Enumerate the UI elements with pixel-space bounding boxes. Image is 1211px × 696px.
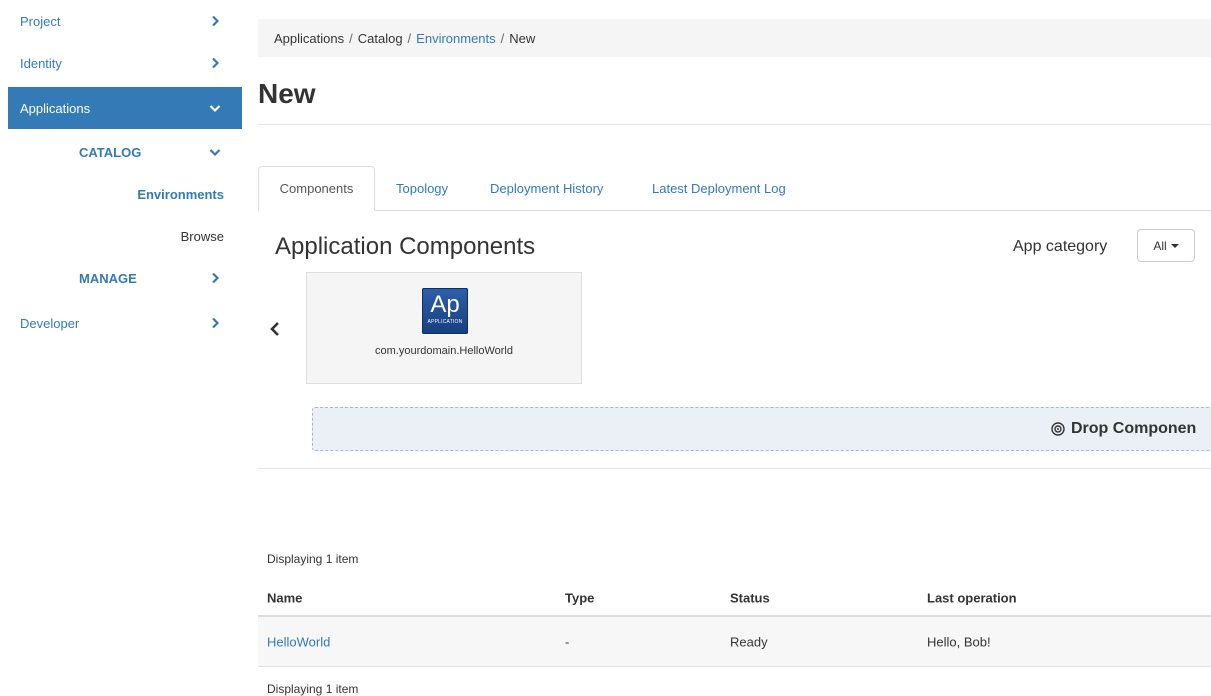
chevron-down-icon xyxy=(208,145,222,159)
column-header-name[interactable]: Name xyxy=(267,590,302,605)
sidebar-item-developer[interactable]: Developer xyxy=(8,302,242,344)
sidebar-item-browse[interactable]: Browse xyxy=(8,215,242,257)
tab-label: Deployment History xyxy=(490,181,604,196)
breadcrumb-item-environments[interactable]: Environments xyxy=(416,31,495,46)
components-table: Name Type Status Last operation HelloWor… xyxy=(258,580,1211,667)
section-divider xyxy=(258,468,1211,469)
sidebar-item-label: Developer xyxy=(20,315,80,331)
sidebar-item-label: MANAGE xyxy=(79,270,137,286)
component-drop-zone[interactable]: Drop Componen xyxy=(312,407,1211,451)
breadcrumb: Applications / Catalog / Environments / … xyxy=(258,19,1211,57)
column-header-type[interactable]: Type xyxy=(565,590,594,605)
row-name-link[interactable]: HelloWorld xyxy=(267,634,330,649)
app-category-label: App category xyxy=(1013,238,1108,255)
tab-label: Latest Deployment Log xyxy=(652,181,786,196)
target-icon xyxy=(1051,422,1065,436)
application-icon-subtext: APPLICATION xyxy=(427,319,463,325)
breadcrumb-separator: / xyxy=(349,30,353,46)
item-count-top: Displaying 1 item xyxy=(267,552,359,566)
tab-deployment-history[interactable]: Deployment History xyxy=(490,166,603,211)
chevron-down-icon xyxy=(208,101,222,115)
tab-bar: Components Topology Deployment History L… xyxy=(258,166,1211,211)
tab-label: Topology xyxy=(396,181,449,196)
tab-latest-deployment-log[interactable]: Latest Deployment Log xyxy=(652,166,786,211)
table-header-row: Name Type Status Last operation xyxy=(258,580,1211,617)
sidebar-item-label: Browse xyxy=(180,228,224,244)
carousel-prev-button[interactable] xyxy=(264,318,286,340)
sidebar-item-project[interactable]: Project xyxy=(8,0,242,42)
sidebar-item-catalog[interactable]: CATALOG xyxy=(8,131,242,173)
sidebar-item-manage[interactable]: MANAGE xyxy=(8,257,242,299)
drop-zone-label: Drop Componen xyxy=(1051,420,1196,438)
page-title: New xyxy=(258,78,316,109)
app-category-value: All xyxy=(1153,238,1167,253)
sidebar-item-label: CATALOG xyxy=(79,144,142,160)
chevron-right-icon xyxy=(208,316,222,330)
sidebar-item-label: Environments xyxy=(137,186,224,202)
column-header-last-operation[interactable]: Last operation xyxy=(927,590,1017,605)
column-header-status[interactable]: Status xyxy=(730,590,770,605)
application-icon: Ap APPLICATION xyxy=(422,288,468,334)
sidebar-item-label: Applications xyxy=(20,100,91,116)
breadcrumb-separator: / xyxy=(500,30,505,46)
title-divider xyxy=(258,124,1211,125)
sidebar-item-applications[interactable]: Applications xyxy=(8,87,242,129)
table-row: HelloWorld - Ready Hello, Bob! xyxy=(258,617,1211,667)
application-icon-text: Ap xyxy=(430,291,460,318)
sidebar-item-environments[interactable]: Environments xyxy=(8,173,242,215)
component-card[interactable]: Ap APPLICATION com.yourdomain.HelloWorld xyxy=(306,272,582,384)
row-status: Ready xyxy=(730,634,768,649)
row-last-operation: Hello, Bob! xyxy=(927,634,991,649)
breadcrumb-item-catalog: Catalog xyxy=(357,30,403,46)
breadcrumb-item-new: New xyxy=(509,30,536,46)
sidebar-item-label: Identity xyxy=(20,55,62,71)
tab-components[interactable]: Components xyxy=(258,166,375,211)
breadcrumb-item-applications: Applications xyxy=(274,30,345,46)
chevron-left-icon xyxy=(270,322,279,336)
chevron-right-icon xyxy=(208,271,222,285)
sidebar-item-identity[interactable]: Identity xyxy=(8,42,242,84)
tab-topology[interactable]: Topology xyxy=(396,166,448,211)
breadcrumb-separator: / xyxy=(407,30,412,46)
sidebar-item-label: Project xyxy=(20,13,61,29)
caret-down-icon xyxy=(1170,243,1179,248)
row-type: - xyxy=(565,634,570,649)
section-title: Application Components xyxy=(275,233,536,260)
app-category-dropdown[interactable]: All xyxy=(1137,229,1195,262)
component-name: com.yourdomain.HelloWorld xyxy=(375,345,513,357)
drop-zone-text: Drop Componen xyxy=(1071,420,1197,437)
sidebar: Project Identity Applications CATALOG En… xyxy=(0,0,242,695)
chevron-right-icon xyxy=(208,14,222,28)
tab-label: Components xyxy=(279,181,354,196)
item-count-bottom: Displaying 1 item xyxy=(267,682,359,696)
chevron-right-icon xyxy=(208,56,222,70)
